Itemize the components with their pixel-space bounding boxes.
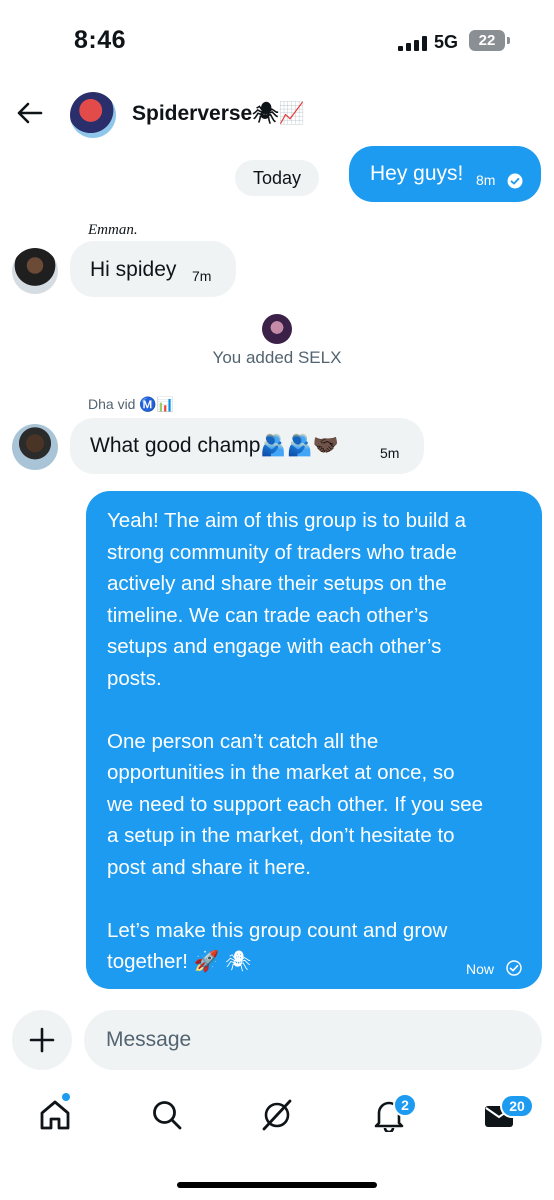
grok-icon[interactable] <box>260 1098 294 1132</box>
outgoing-message[interactable]: Hey guys! 8m <box>349 146 541 202</box>
message-text: What good champ🫂🫂🤝🏿 <box>90 434 339 457</box>
incoming-message[interactable]: What good champ🫂🫂🤝🏿 5m <box>70 418 424 474</box>
message-time: 7m <box>192 268 212 284</box>
system-message: You added SELX <box>212 348 342 367</box>
group-name[interactable]: Spiderverse🕷📈 <box>132 102 305 126</box>
message-text: Hey guys! <box>370 162 464 185</box>
status-time: 8:46 <box>74 26 127 54</box>
sent-receipt-icon <box>506 960 522 976</box>
notifications-badge: 2 <box>393 1093 417 1117</box>
date-divider: Today <box>235 160 319 196</box>
message-text: Hi spidey <box>90 258 177 281</box>
conversation-header: Spiderverse🕷📈 <box>0 84 554 148</box>
home-unread-dot <box>62 1093 70 1101</box>
message-time: 8m <box>476 172 496 188</box>
group-avatar[interactable] <box>70 92 116 138</box>
messages-badge: 20 <box>500 1094 534 1118</box>
signal-icon <box>398 36 428 51</box>
message-time: Now <box>466 961 495 977</box>
home-indicator <box>177 1182 377 1188</box>
incoming-message[interactable]: Hi spidey 7m <box>70 241 236 297</box>
outgoing-message[interactable]: Yeah! The aim of this group is to build … <box>86 491 542 989</box>
network-type: 5G <box>434 32 459 52</box>
sender-name: Dha vid Ⓜ️📊 <box>88 396 175 412</box>
sender-name: Emman. <box>88 222 138 238</box>
added-user-avatar[interactable] <box>262 314 292 344</box>
home-icon[interactable] <box>38 1098 72 1132</box>
avatar[interactable] <box>12 424 58 470</box>
message-text: Yeah! The aim of this group is to build … <box>107 509 484 973</box>
plus-icon <box>29 1027 55 1053</box>
battery-tip <box>507 37 510 44</box>
message-time: 5m <box>380 445 400 461</box>
search-icon[interactable] <box>150 1098 184 1132</box>
back-arrow-icon[interactable] <box>14 98 44 128</box>
status-bar: 8:46 5G 22 <box>0 0 554 84</box>
date-label: Today <box>252 168 302 188</box>
add-media-button[interactable] <box>12 1010 72 1070</box>
message-input[interactable] <box>84 1010 542 1070</box>
read-receipt-icon <box>507 173 523 189</box>
battery-icon: 22 <box>469 30 505 51</box>
avatar[interactable] <box>12 248 58 294</box>
